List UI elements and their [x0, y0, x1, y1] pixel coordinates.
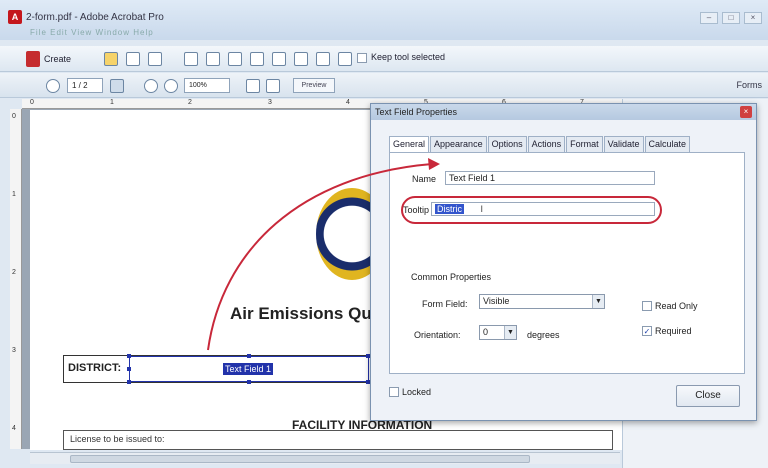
- fit-width-icon[interactable]: [246, 79, 260, 93]
- window-title: 2-form.pdf - Adobe Acrobat Pro: [26, 12, 164, 23]
- close-window-button[interactable]: ×: [744, 12, 762, 24]
- chevron-down-icon: ▼: [592, 295, 604, 308]
- ruler-tick-label: 3: [268, 99, 272, 106]
- zoom-in-icon[interactable]: [164, 79, 178, 93]
- tab-options[interactable]: Options: [487, 136, 527, 152]
- dropdown-tool-icon[interactable]: [272, 52, 286, 66]
- form-field-value: Visible: [483, 296, 510, 306]
- tab-validate[interactable]: Validate: [603, 136, 644, 152]
- orientation-value: 0: [483, 327, 489, 337]
- keep-tool-label: Keep tool selected: [371, 52, 446, 62]
- tab-actions[interactable]: Actions: [527, 136, 566, 152]
- ruler-tick-label: 0: [30, 99, 34, 106]
- dialog-title: Text Field Properties: [375, 107, 458, 117]
- resize-handle[interactable]: [127, 367, 131, 371]
- district-text-field[interactable]: Text Field 1: [127, 354, 370, 384]
- district-field-name: Text Field 1: [223, 363, 274, 375]
- dialog-title-bar[interactable]: Text Field Properties ×: [371, 104, 756, 120]
- text-field-tool-icon[interactable]: [184, 52, 198, 66]
- print-icon[interactable]: [148, 52, 162, 66]
- scrollbar-thumb[interactable]: [70, 455, 530, 463]
- resize-handle[interactable]: [247, 380, 251, 384]
- tab-appearance[interactable]: Appearance: [430, 136, 487, 152]
- vertical-ruler: 0 1 2 3 4: [10, 109, 22, 449]
- page-number-input[interactable]: 1 / 2: [67, 78, 103, 93]
- dialog-tabs: General Appearance Options Actions Forma…: [389, 136, 691, 153]
- button-tool-icon[interactable]: [294, 52, 308, 66]
- tab-calculate[interactable]: Calculate: [644, 136, 691, 152]
- district-label: DISTRICT:: [68, 362, 122, 374]
- keep-tool-selected[interactable]: Keep tool selected: [357, 52, 445, 63]
- ruler-tick-label: 2: [188, 99, 192, 106]
- ruler-tick-label: 0: [12, 113, 16, 120]
- ruler-tick-label: 2: [12, 269, 16, 276]
- text-field-properties-dialog: Text Field Properties × General Appearan…: [370, 103, 757, 421]
- forms-label[interactable]: Forms: [737, 80, 763, 90]
- license-label: License to be issued to:: [70, 434, 165, 444]
- preview-button[interactable]: Preview: [293, 78, 335, 93]
- barcode-tool-icon[interactable]: [338, 52, 352, 66]
- form-field-select[interactable]: Visible ▼: [479, 294, 605, 309]
- orientation-label: Orientation:: [414, 330, 461, 340]
- tab-format[interactable]: Format: [566, 136, 603, 152]
- resize-handle[interactable]: [247, 354, 251, 358]
- signature-tool-icon[interactable]: [316, 52, 330, 66]
- open-folder-icon[interactable]: [104, 52, 118, 66]
- save-icon[interactable]: [126, 52, 140, 66]
- menu-bar[interactable]: File Edit View Window Help: [30, 28, 154, 37]
- title-bar: A 2-form.pdf - Adobe Acrobat Pro File Ed…: [0, 0, 768, 40]
- keep-tool-checkbox[interactable]: [357, 52, 367, 63]
- previous-page-icon[interactable]: [46, 79, 60, 93]
- dialog-close-icon[interactable]: ×: [740, 106, 752, 118]
- resize-handle[interactable]: [127, 354, 131, 358]
- required-checkbox[interactable]: ✓: [642, 326, 652, 336]
- read-only-checkbox[interactable]: [642, 301, 652, 311]
- ruler-tick-label: 4: [12, 425, 16, 432]
- tab-general[interactable]: General: [389, 136, 430, 153]
- degrees-label: degrees: [527, 330, 560, 340]
- zoom-level-select[interactable]: 100%: [184, 78, 230, 93]
- name-input[interactable]: Text Field 1: [445, 171, 655, 185]
- horizontal-scrollbar[interactable]: [30, 452, 620, 464]
- dialog-close-button[interactable]: Close: [676, 385, 740, 407]
- required-label: Required: [655, 326, 692, 336]
- tooltip-highlight-oval: [401, 196, 662, 224]
- maximize-button[interactable]: □: [722, 12, 740, 24]
- zoom-out-icon[interactable]: [144, 79, 158, 93]
- create-button[interactable]: Create: [44, 50, 71, 68]
- license-field[interactable]: License to be issued to:: [63, 430, 613, 450]
- create-icon: [26, 51, 40, 67]
- acrobat-icon: A: [8, 10, 22, 24]
- acrobat-window: A 2-form.pdf - Adobe Acrobat Pro File Ed…: [0, 0, 768, 468]
- form-field-label: Form Field:: [422, 299, 468, 309]
- locked-label: Locked: [402, 387, 432, 397]
- list-box-tool-icon[interactable]: [250, 52, 264, 66]
- common-properties-label: Common Properties: [411, 272, 492, 282]
- checkbox-tool-icon[interactable]: [206, 52, 220, 66]
- fit-page-icon[interactable]: [266, 79, 280, 93]
- select-tool-icon[interactable]: [110, 79, 124, 93]
- resize-handle[interactable]: [127, 380, 131, 384]
- ruler-tick-label: 1: [12, 191, 16, 198]
- ruler-tick-label: 3: [12, 347, 16, 354]
- chevron-down-icon: ▼: [504, 326, 516, 339]
- read-only-label: Read Only: [655, 301, 698, 311]
- minimize-button[interactable]: –: [700, 12, 718, 24]
- ruler-tick-label: 4: [346, 99, 350, 106]
- orientation-select[interactable]: 0 ▼: [479, 325, 517, 340]
- document-heading: Air Emissions Qu: [230, 304, 372, 323]
- general-tab-panel: [389, 152, 745, 374]
- name-label: Name: [412, 174, 437, 184]
- ruler-tick-label: 1: [110, 99, 114, 106]
- locked-checkbox[interactable]: [389, 387, 399, 397]
- radio-tool-icon[interactable]: [228, 52, 242, 66]
